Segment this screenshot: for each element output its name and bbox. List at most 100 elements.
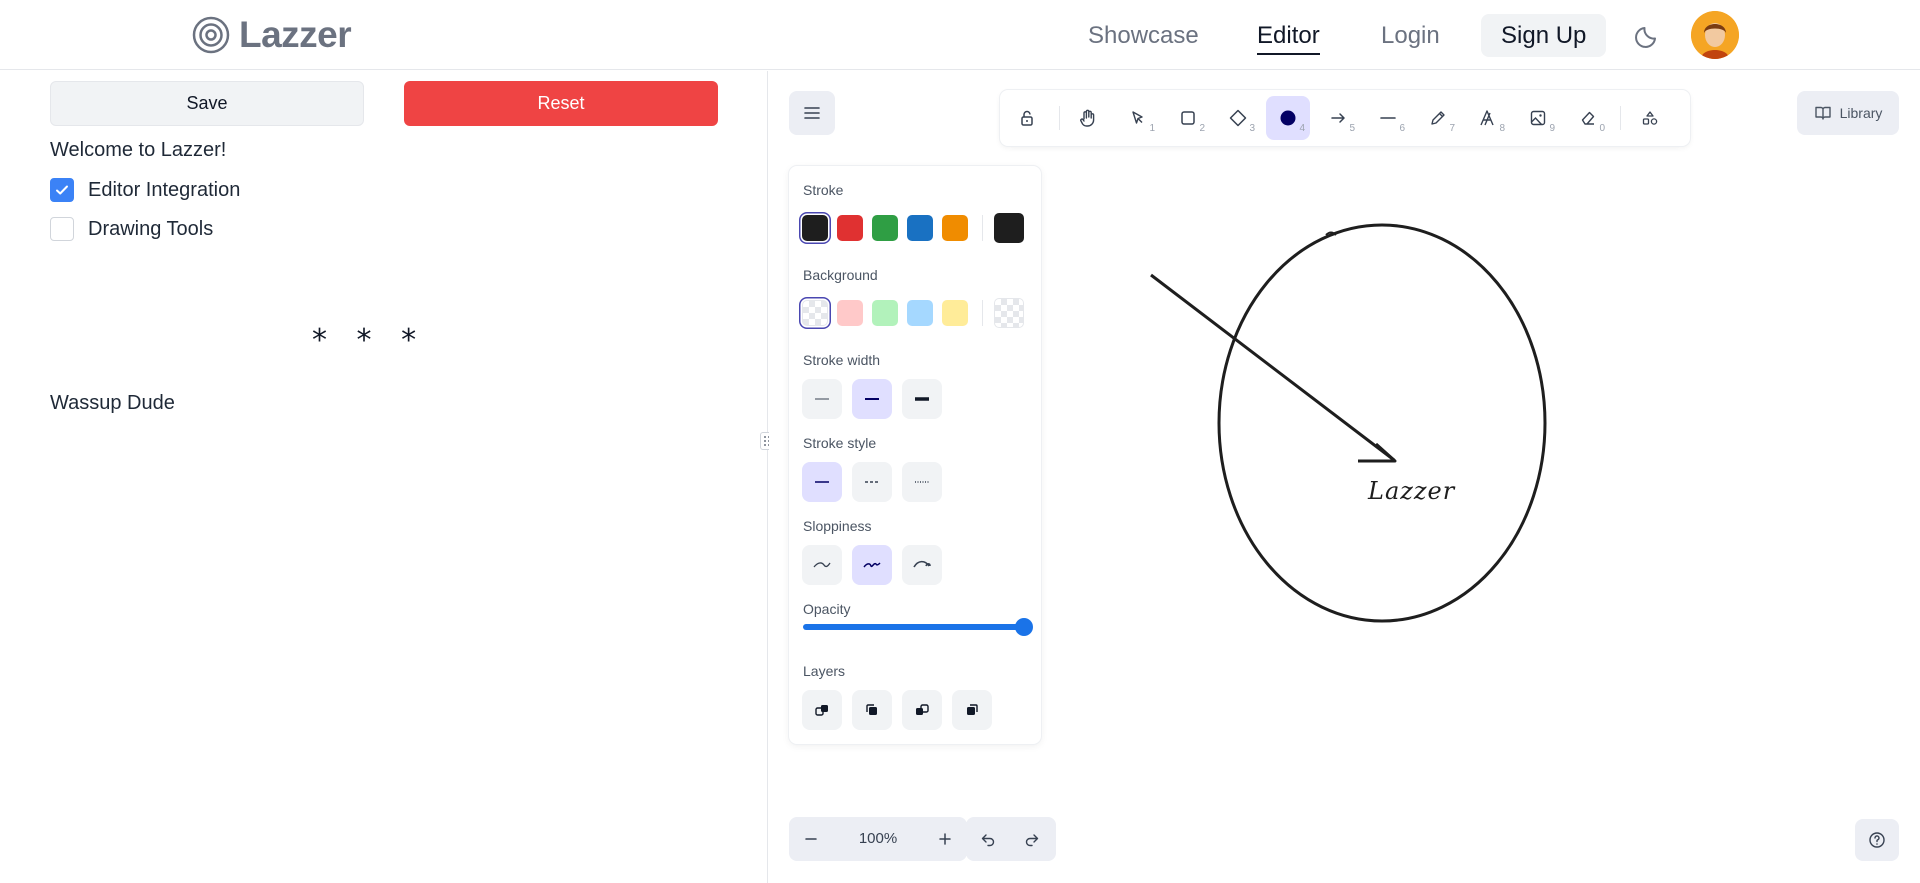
undo-button[interactable] [966,817,1010,861]
tool-shortcut: 4 [1299,123,1305,134]
tool-line[interactable]: 6 [1366,96,1410,140]
tool-select[interactable]: 1 [1116,96,1160,140]
send-backward-button[interactable] [852,690,892,730]
history-controls [966,817,1056,861]
avatar-portrait-icon [1691,11,1739,59]
zoom-out-button[interactable] [789,817,833,861]
tool-rectangle[interactable]: 2 [1166,96,1210,140]
stroke-style-dotted[interactable] [902,462,942,502]
sloppiness-architect[interactable] [802,545,842,585]
undo-icon [981,834,995,847]
line-icon [1380,117,1396,119]
tool-lock[interactable] [1005,96,1049,140]
stroke-width-bold[interactable] [852,379,892,419]
nav-login[interactable]: Login [1381,17,1440,55]
zoom-level[interactable]: 100% [833,817,923,861]
tool-text[interactable]: 8 [1466,96,1510,140]
checkbox-checked[interactable] [50,178,74,202]
drawing-editor[interactable]: Lazzer 1 2 3 4 5 6 7 8 9 0 Library Strok… [769,71,1920,883]
bring-forward-icon [916,704,929,715]
help-question-icon [1869,832,1885,848]
save-button[interactable]: Save [50,81,364,126]
stroke-style-dashed[interactable] [852,462,892,502]
stroke-swatch-black[interactable] [802,215,828,241]
library-button[interactable]: Library [1797,91,1899,135]
tool-pencil[interactable]: 7 [1416,96,1460,140]
user-avatar[interactable] [1691,11,1739,59]
theme-toggle-button[interactable] [1631,18,1665,52]
help-button[interactable] [1855,819,1899,861]
bring-forward-button[interactable] [902,690,942,730]
stroke-width-thin[interactable] [802,379,842,419]
stroke-custom-color[interactable] [994,213,1024,243]
opacity-slider-thumb[interactable] [1015,618,1033,636]
stroke-label: Stroke [803,182,844,198]
sloppiness-cartoonist[interactable] [902,545,942,585]
redo-button[interactable] [1010,817,1054,861]
stroke-width-extra-bold[interactable] [902,379,942,419]
background-swatch-yellow[interactable] [942,300,968,326]
rectangle-icon [1181,111,1195,125]
solid-line-icon [815,481,829,483]
tool-ellipse[interactable]: 4 [1266,96,1310,140]
canvas-arrow-shape[interactable] [1150,273,1395,462]
signup-button[interactable]: Sign Up [1481,14,1607,57]
stroke-style-solid[interactable] [802,462,842,502]
minus-icon [805,838,817,840]
checkbox-unchecked[interactable] [50,217,74,241]
main-menu-button[interactable] [789,91,835,135]
background-swatch-green[interactable] [872,300,898,326]
opacity-slider-track[interactable] [803,624,1025,630]
ellipse-icon [1280,110,1296,126]
bring-to-front-button[interactable] [952,690,992,730]
plus-icon [939,833,951,845]
nav-editor[interactable]: Editor [1257,17,1320,55]
lock-icon [1021,110,1033,126]
tool-hand[interactable] [1066,96,1110,140]
zoom-controls: 100% [789,817,967,861]
canvas-text-label[interactable]: Lazzer [1368,477,1455,505]
background-custom-color[interactable] [994,298,1024,328]
reset-button[interactable]: Reset [404,81,718,126]
tool-image[interactable]: 9 [1516,96,1560,140]
stroke-swatch-orange[interactable] [942,215,968,241]
tool-shortcut: 6 [1399,123,1405,134]
hamburger-icon [804,107,820,119]
properties-panel: Stroke Background Stroke width Stroke st… [789,166,1041,744]
checklist-label: Editor Integration [88,178,241,201]
rough-curve-icon [913,560,931,568]
stroke-swatch-green[interactable] [872,215,898,241]
pencil-icon [1431,111,1445,125]
send-backward-icon [866,704,877,715]
zoom-in-button[interactable] [923,817,967,861]
nav-showcase[interactable]: Showcase [1088,17,1199,55]
background-swatch-blue[interactable] [907,300,933,326]
checklist-label: Drawing Tools [88,217,214,240]
eraser-icon [1581,111,1595,125]
tool-shortcut: 2 [1199,123,1205,134]
moon-icon [1635,27,1656,48]
checklist-item-editor-integration[interactable]: Editor Integration [50,178,240,202]
tool-extra[interactable] [1628,96,1672,140]
canvas-ellipse-shape[interactable] [1217,223,1547,623]
text-icon [1480,110,1494,126]
logo-target-icon [192,16,230,54]
sloppiness-artist[interactable] [852,545,892,585]
tool-shortcut: 5 [1349,123,1355,134]
brand-logo[interactable]: Lazzer [191,14,352,56]
stroke-swatch-blue[interactable] [907,215,933,241]
send-to-back-button[interactable] [802,690,842,730]
stroke-swatch-red[interactable] [837,215,863,241]
checklist-item-drawing-tools[interactable]: Drawing Tools [50,217,213,241]
send-to-back-icon [815,705,828,716]
section-separator: * * * [312,323,427,358]
tool-arrow[interactable]: 5 [1316,96,1360,140]
tool-diamond[interactable]: 3 [1216,96,1260,140]
background-swatch-pink[interactable] [837,300,863,326]
dashed-line-icon [865,481,879,483]
tool-shortcut: 0 [1599,123,1605,134]
shape-toolbar: 1 2 3 4 5 6 7 8 9 0 [1000,90,1690,146]
tool-eraser[interactable]: 0 [1566,96,1610,140]
tool-shortcut: 7 [1449,123,1455,134]
background-swatch-transparent[interactable] [802,300,828,326]
